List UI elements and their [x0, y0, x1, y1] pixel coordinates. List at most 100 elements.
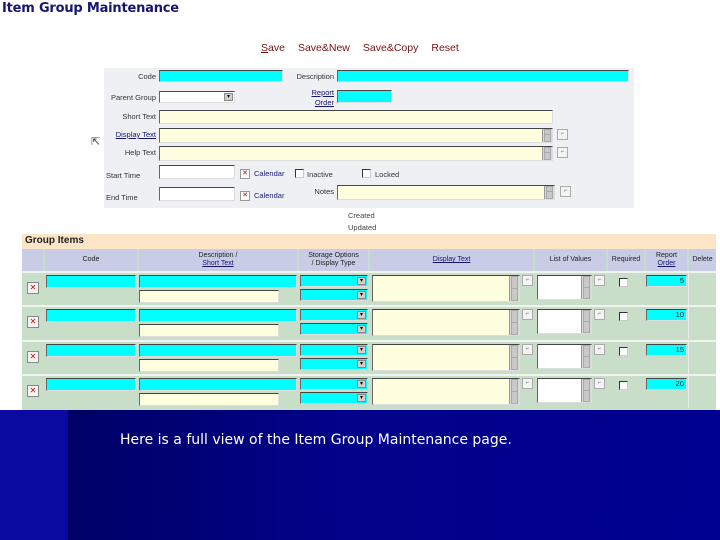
code-input[interactable]: [159, 70, 283, 82]
save-copy-button[interactable]: Save&Copy: [363, 42, 418, 54]
list-of-values-input[interactable]: [537, 309, 592, 334]
list-of-values-scrollbar[interactable]: [581, 345, 591, 368]
list-of-values-expand-icon[interactable]: ⌐: [594, 344, 605, 355]
col-header-required: Required: [608, 249, 644, 271]
item-description-input[interactable]: [139, 378, 297, 391]
item-display-text-expand-icon[interactable]: ⌐: [522, 378, 533, 389]
report-order-label-2[interactable]: Order: [284, 98, 334, 107]
help-text-scrollbar[interactable]: [542, 147, 552, 160]
end-time-input[interactable]: [159, 187, 235, 201]
item-short-text-input[interactable]: [139, 393, 279, 406]
item-display-text-scrollbar[interactable]: [509, 345, 519, 370]
display-text-label[interactable]: Display Text: [104, 130, 156, 139]
reset-button[interactable]: Reset: [431, 42, 458, 54]
item-display-text-scrollbar[interactable]: [509, 276, 519, 301]
col-header-description-label: Description /: [198, 252, 238, 259]
item-display-text-expand-icon[interactable]: ⌐: [522, 275, 533, 286]
help-text-expand-icon[interactable]: ⌐: [557, 147, 568, 158]
display-type-select[interactable]: ▾: [300, 289, 368, 301]
help-text-input[interactable]: [159, 146, 553, 161]
list-of-values-scrollbar[interactable]: [581, 276, 591, 299]
item-display-text-input[interactable]: [372, 275, 520, 302]
dropdown-arrow-icon: ▾: [357, 291, 366, 299]
dropdown-arrow-icon: ▾: [357, 311, 366, 319]
display-text-expand-icon[interactable]: ⌐: [557, 129, 568, 140]
list-of-values-input[interactable]: [537, 378, 592, 403]
list-of-values-input[interactable]: [537, 344, 592, 369]
storage-options-select[interactable]: ▾: [300, 309, 368, 321]
item-code-input[interactable]: [46, 378, 136, 391]
item-report-order-input[interactable]: 5: [646, 275, 687, 287]
item-short-text-input[interactable]: [139, 290, 279, 303]
storage-options-select[interactable]: ▾: [300, 344, 368, 356]
column-divider: [688, 342, 689, 374]
col-header-short-text-link[interactable]: Short Text: [202, 260, 233, 268]
item-description-input[interactable]: [139, 344, 297, 357]
description-input[interactable]: [337, 70, 629, 82]
item-display-text-expand-icon[interactable]: ⌐: [522, 344, 533, 355]
parent-group-select[interactable]: ▾: [159, 91, 235, 103]
save-button[interactable]: Save: [261, 42, 285, 54]
delete-row-icon[interactable]: ✕: [27, 385, 39, 397]
report-order-input[interactable]: [337, 90, 392, 103]
dropdown-arrow-icon: ▾: [357, 277, 366, 285]
item-code-input[interactable]: [46, 309, 136, 322]
end-calendar-link[interactable]: Calendar: [254, 191, 284, 200]
item-code-input[interactable]: [46, 275, 136, 288]
report-order-label[interactable]: Report: [284, 88, 334, 97]
item-display-text-scrollbar[interactable]: [509, 379, 519, 404]
start-calendar-link[interactable]: Calendar: [254, 169, 284, 178]
updated-label: Updated: [348, 223, 377, 232]
item-short-text-input[interactable]: [139, 359, 279, 372]
item-display-text-input[interactable]: [372, 309, 520, 336]
group-item-row: ✕ ▾ ▾ ⌐ ⌐ 5: [22, 271, 716, 305]
display-type-select[interactable]: ▾: [300, 323, 368, 335]
display-text-scrollbar[interactable]: [542, 129, 552, 142]
item-description-input[interactable]: [139, 309, 297, 322]
item-short-text-input[interactable]: [139, 324, 279, 337]
item-display-text-expand-icon[interactable]: ⌐: [522, 309, 533, 320]
item-report-order-input[interactable]: 20: [646, 378, 687, 390]
list-of-values-expand-icon[interactable]: ⌐: [594, 309, 605, 320]
locked-checkbox[interactable]: [362, 169, 371, 178]
list-of-values-expand-icon[interactable]: ⌐: [594, 378, 605, 389]
display-type-select[interactable]: ▾: [300, 392, 368, 404]
required-checkbox[interactable]: [619, 312, 628, 321]
required-checkbox[interactable]: [619, 278, 628, 287]
item-display-text-scrollbar[interactable]: [509, 310, 519, 335]
delete-row-icon[interactable]: ✕: [27, 282, 39, 294]
storage-options-select[interactable]: ▾: [300, 275, 368, 287]
calendar-icon[interactable]: ✕: [240, 191, 250, 201]
col-header-display-text-link[interactable]: Display Text: [433, 256, 471, 264]
short-text-input[interactable]: [159, 110, 553, 124]
display-type-select[interactable]: ▾: [300, 358, 368, 370]
required-checkbox[interactable]: [619, 347, 628, 356]
notes-expand-icon[interactable]: ⌐: [560, 186, 571, 197]
list-of-values-expand-icon[interactable]: ⌐: [594, 275, 605, 286]
list-of-values-input[interactable]: [537, 275, 592, 300]
col-header-report-order-link[interactable]: Order: [658, 260, 676, 268]
delete-row-icon[interactable]: ✕: [27, 316, 39, 328]
notes-scrollbar[interactable]: [544, 186, 554, 199]
required-checkbox[interactable]: [619, 381, 628, 390]
storage-options-select[interactable]: ▾: [300, 378, 368, 390]
item-description-input[interactable]: [139, 275, 297, 288]
inactive-checkbox[interactable]: [295, 169, 304, 178]
delete-row-icon[interactable]: ✕: [27, 351, 39, 363]
list-of-values-scrollbar[interactable]: [581, 310, 591, 333]
notes-input[interactable]: [337, 185, 555, 200]
list-of-values-scrollbar[interactable]: [581, 379, 591, 402]
calendar-icon[interactable]: ✕: [240, 169, 250, 179]
col-header-report-order: Report Order: [646, 249, 687, 271]
item-display-text-input[interactable]: [372, 378, 520, 405]
group-items-title: Group Items: [25, 235, 84, 246]
dropdown-arrow-icon: ▾: [357, 360, 366, 368]
item-code-input[interactable]: [46, 344, 136, 357]
help-text-label: Help Text: [124, 148, 156, 157]
item-report-order-input[interactable]: 15: [646, 344, 687, 356]
save-new-button[interactable]: Save&New: [298, 42, 350, 54]
item-report-order-input[interactable]: 10: [646, 309, 687, 321]
item-display-text-input[interactable]: [372, 344, 520, 371]
start-time-input[interactable]: [159, 165, 235, 179]
display-text-input[interactable]: [159, 128, 553, 143]
